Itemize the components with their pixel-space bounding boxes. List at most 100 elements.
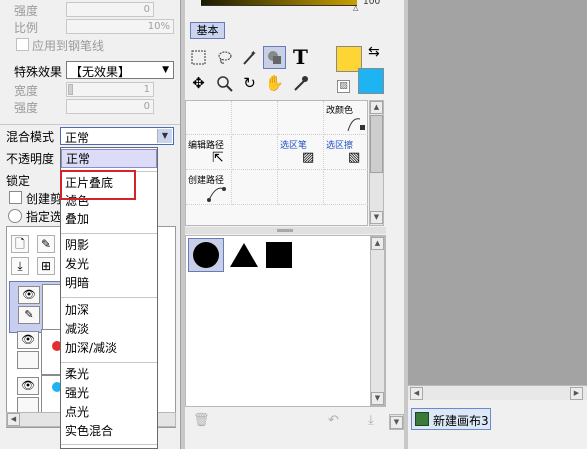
designated-radio[interactable] [8, 209, 22, 223]
layer-row[interactable]: 👁 ✎ [9, 281, 62, 333]
magic-wand-icon[interactable]: ✦ [238, 46, 261, 69]
brush-cell-empty[interactable] [278, 101, 324, 135]
scroll-down-icon[interactable]: ▼ [371, 392, 384, 405]
circle-icon [193, 242, 219, 268]
chevron-down-icon[interactable]: ▼ [157, 129, 172, 143]
dropdown-item-shade[interactable]: 明暗 [61, 274, 157, 293]
designated-label: 指定选 [26, 210, 63, 224]
scroll-up-icon[interactable]: ▲ [370, 101, 383, 114]
scroll-left-icon[interactable]: ◀ [410, 387, 423, 400]
brush-cell-recolor[interactable]: 改颜色 [324, 101, 370, 135]
move-icon[interactable]: ✥ [187, 72, 210, 95]
strength-slider[interactable]: 0 [66, 99, 154, 114]
special-effect-label: 特殊效果 [14, 65, 63, 79]
new-layer-icon[interactable]: 🗋 [11, 235, 29, 253]
apply-to-pen-label: 应用到钢笔线 [32, 39, 105, 53]
eye-icon[interactable]: 👁 [18, 286, 40, 304]
color-ruler[interactable] [201, 0, 357, 6]
dropdown-item-pin-light[interactable]: 点光 [61, 403, 157, 422]
highlight-annotation-box [60, 170, 136, 200]
dropdown-item-shadow[interactable]: 阴影 [61, 236, 157, 255]
special-effect-select[interactable]: 【无效果】 ▼ [66, 61, 174, 79]
scroll-right-icon[interactable]: ▶ [570, 387, 583, 400]
shape-icon[interactable] [263, 46, 286, 69]
pen-layer-icon[interactable]: ✎ [37, 235, 55, 253]
pen-icon[interactable]: ✎ [18, 306, 40, 324]
rotate-icon[interactable]: ↻ [238, 72, 261, 95]
scroll-thumb[interactable] [370, 115, 383, 173]
dropdown-separator [61, 297, 157, 298]
create-clip-checkbox[interactable] [9, 191, 22, 204]
canvas-hscroll[interactable]: ◀ ▶ [408, 385, 587, 400]
swap-colors-icon[interactable]: ⇆ [368, 44, 380, 60]
dropdown-item-burn-dodge[interactable]: 加深/减淡 [61, 339, 157, 358]
triangle-marker-icon: △ [353, 4, 359, 12]
apply-to-pen-checkbox[interactable] [16, 38, 29, 51]
dropdown-item-overlay[interactable]: 叠加 [61, 210, 157, 229]
grip-icon[interactable] [277, 229, 293, 232]
scroll-up-icon[interactable]: ▲ [371, 237, 384, 250]
shape-triangle-option[interactable] [226, 238, 262, 272]
layer-row[interactable]: 👁 [9, 327, 62, 379]
zoom-icon[interactable] [213, 72, 236, 95]
dropdown-item-glow[interactable]: 发光 [61, 255, 157, 274]
eye-icon[interactable]: 👁 [17, 331, 39, 349]
shape-circle-option[interactable] [188, 238, 224, 272]
undo-icon[interactable]: ↶ [328, 413, 339, 428]
brush-cell-empty[interactable] [278, 171, 324, 205]
dropdown-item-hard-mix[interactable]: 实色混合 [61, 422, 157, 441]
text-icon[interactable]: T [289, 46, 312, 69]
select-pen-icon: ▨ [302, 150, 315, 165]
dropdown-item-soft-light[interactable]: 柔光 [61, 365, 157, 384]
brush-scrollbar[interactable]: ▲ ▼ [369, 100, 384, 226]
bottom-scroll-button[interactable]: ▼ [389, 414, 404, 430]
blend-mode-select[interactable]: 正常 ▼ [60, 127, 174, 145]
dropdown-item-hard-light[interactable]: 强光 [61, 384, 157, 403]
brush-cell-empty[interactable] [232, 101, 278, 135]
rect-select-icon[interactable] [187, 46, 210, 69]
brush-grid: 改颜色 编辑路径 ⇱ 选区笔 ▨ 选区擦 ▧ 创建路径 [185, 100, 370, 226]
shape-scrollbar[interactable]: ▲ ▼ [370, 236, 385, 406]
brush-cell-select-eraser[interactable]: 选区擦 ▧ [324, 136, 370, 170]
strength-label: 强度 [14, 101, 39, 115]
brush-cell-empty[interactable] [186, 101, 232, 135]
blank-icon[interactable] [17, 351, 39, 369]
scale-slider[interactable]: 10% [66, 19, 174, 34]
layer-thumbnail [42, 284, 62, 330]
strength-top-slider[interactable]: 0 [66, 2, 154, 17]
tab-basic[interactable]: 基本 [190, 22, 225, 39]
dropdown-separator [61, 362, 157, 363]
scroll-down-icon[interactable]: ▼ [390, 416, 403, 429]
delete-icon[interactable]: 🗑 [193, 413, 210, 428]
shape-square-option[interactable] [262, 238, 298, 272]
background-color-swatch[interactable] [358, 68, 384, 94]
brush-cell-empty[interactable] [232, 171, 278, 205]
lasso-icon[interactable] [213, 46, 236, 69]
brush-cell-empty[interactable] [324, 171, 370, 205]
width-slider[interactable]: 1 [66, 82, 154, 97]
brush-cell-create-path[interactable]: 创建路径 [186, 171, 232, 205]
blend-mode-value: 正常 [65, 131, 90, 145]
canvas-workspace[interactable] [408, 0, 587, 385]
dropdown-item-dodge[interactable]: 减淡 [61, 320, 157, 339]
hand-icon[interactable]: ✋ [263, 72, 286, 95]
scroll-left-icon[interactable]: ◀ [7, 413, 20, 426]
scroll-down-icon[interactable]: ▼ [370, 211, 383, 224]
width-slider-handle[interactable] [68, 84, 73, 95]
add-mask-icon[interactable]: ⊞ [37, 257, 55, 275]
eyedropper-icon[interactable] [289, 72, 312, 95]
merge-down-icon[interactable]: ⤓ [11, 257, 29, 275]
dropdown-item-burn[interactable]: 加深 [61, 301, 157, 320]
dropdown-separator [61, 233, 157, 234]
eye-icon[interactable]: 👁 [17, 377, 39, 395]
brush-cell-edit-path[interactable]: 编辑路径 ⇱ [186, 136, 232, 170]
strength-top-value: 0 [143, 4, 150, 15]
canvas-tab[interactable]: 新建画布3 [411, 408, 491, 430]
ruler-max-value: 100 [363, 0, 381, 7]
brush-cell-empty[interactable] [232, 136, 278, 170]
dropdown-item-normal[interactable]: 正常 [61, 149, 157, 168]
panel-splitter-h[interactable] [185, 227, 386, 234]
brush-cell-select-pen[interactable]: 选区笔 ▨ [278, 136, 324, 170]
transparent-color-icon[interactable]: ▨ [337, 80, 350, 93]
save-icon[interactable]: ⤓ [368, 413, 374, 428]
